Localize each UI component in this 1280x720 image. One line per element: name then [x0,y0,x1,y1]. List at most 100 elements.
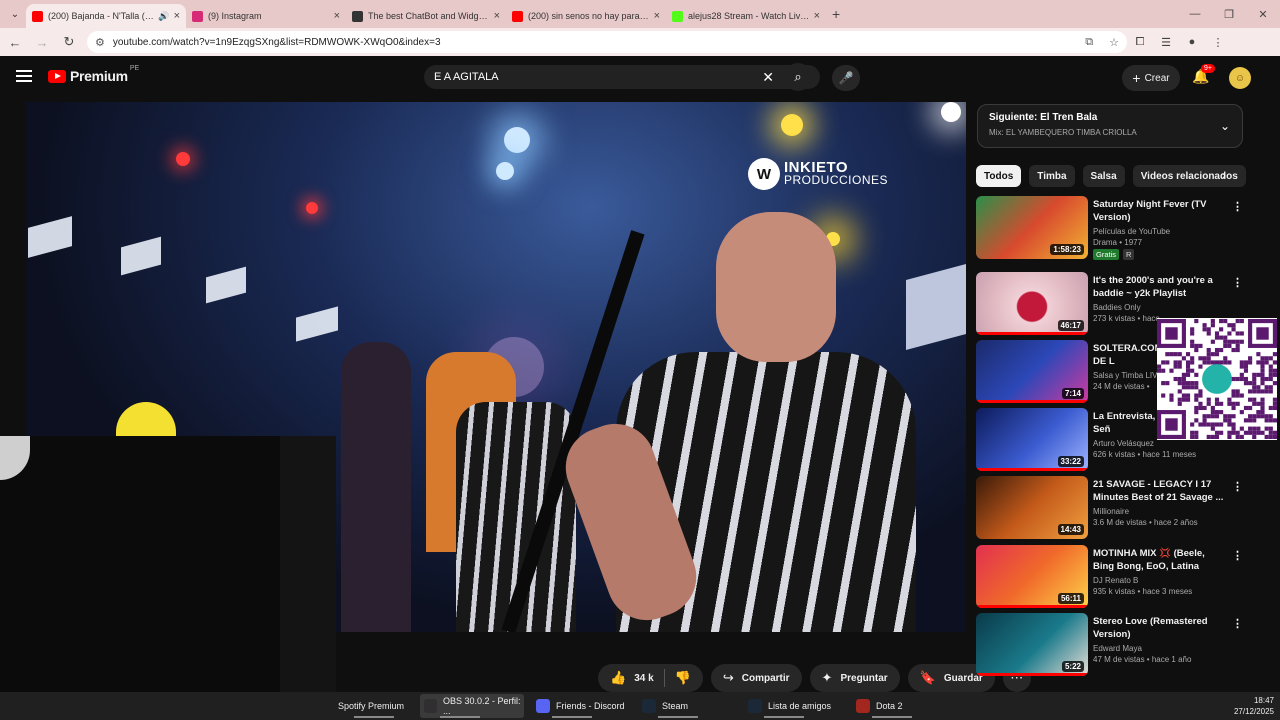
menu-icon[interactable] [16,70,32,82]
search-input[interactable]: E A AGITALA [434,71,762,83]
more-options-icon[interactable]: ⋮ [1232,617,1243,630]
restore-icon[interactable]: ❐ [1212,8,1246,21]
ask-button[interactable]: ✦ Preguntar [809,664,900,692]
video-thumbnail[interactable]: 14:43 [976,476,1088,539]
close-window-icon[interactable]: ✕ [1246,8,1280,21]
taskbar-item[interactable]: Steam [638,694,742,718]
channel-name[interactable]: DJ Renato B [1093,576,1225,585]
app-icon [856,699,870,713]
system-clock[interactable]: 18:47 27/12/2025 [1234,695,1274,717]
video-title[interactable]: Stereo Love (Remastered Version) [1093,615,1225,641]
create-button[interactable]: + Crear [1122,65,1180,91]
duration-badge: 46:17 [1057,320,1084,331]
duration-badge: 56:11 [1057,593,1084,604]
video-thumbnail[interactable]: 56:11 [976,545,1088,608]
chevron-right-icon[interactable]: › [1222,168,1226,182]
site-info-icon[interactable]: ⚙ [95,36,105,49]
taskbar-item[interactable]: Spotify Premium [334,694,418,718]
app-icon [642,699,656,713]
taskbar-item[interactable]: OBS 30.0.2 - Perfil: ... [420,694,524,718]
channel-name[interactable]: Películas de YouTube [1093,227,1225,236]
close-tab-icon[interactable]: × [334,10,340,22]
video-actions: 👍 34 k 👎 ↪ Compartir ✦ Preguntar 🔖 Guardar ⋯ [598,664,1031,692]
back-icon[interactable]: ← [3,35,27,50]
video-thumbnail[interactable]: 46:17 [976,272,1088,335]
share-label: Compartir [741,672,790,684]
browser-tab[interactable]: The best ChatBot and Widgets × [346,4,506,28]
url-text[interactable]: youtube.com/watch?v=1n9EzqgSXng&list=RDM… [113,37,1077,48]
video-thumbnail[interactable]: 33:22 [976,408,1088,471]
reload-icon[interactable]: ↻ [57,34,81,50]
watch-progress-bar [976,332,1088,335]
forward-icon[interactable]: → [30,35,54,50]
video-title[interactable]: 21 SAVAGE - LEGACY I 17 Minutes Best of … [1093,478,1225,504]
clear-search-icon[interactable]: ✕ [762,69,774,86]
video-stats: 3.6 M de vistas • hace 2 años [1093,518,1198,527]
share-button[interactable]: ↪ Compartir [710,664,802,692]
close-tab-icon[interactable]: × [174,10,180,22]
taskbar-item[interactable]: Friends - Discord [532,694,636,718]
browser-menu-icon[interactable]: ⋮ [1205,36,1231,49]
up-next-panel[interactable]: Siguiente: El Tren Bala Mix: EL YAMBEQUE… [977,104,1243,148]
taskbar-item[interactable]: Lista de amigos [744,694,848,718]
more-options-icon[interactable]: ⋮ [1232,276,1243,289]
create-label: Crear [1144,72,1170,84]
chip-todos[interactable]: Todos [976,165,1022,187]
new-tab-button[interactable]: + [832,6,840,22]
chip-salsa[interactable]: Salsa [1082,165,1125,187]
watch-progress-bar [976,400,1088,403]
video-title[interactable]: Saturday Night Fever (TV Version) [1093,198,1225,224]
more-options-icon[interactable]: ⋮ [1232,200,1243,213]
recommendation-item[interactable]: 5:22 Stereo Love (Remastered Version) Edwa… [976,613,1243,677]
speaker-icon[interactable]: 🔊 [158,11,169,22]
browser-tab[interactable]: alejus28 Stream - Watch Live o × [666,4,826,28]
avatar[interactable]: ☺ [1229,67,1251,89]
channel-name[interactable]: Millionaire [1093,507,1225,516]
omnibox[interactable]: ⚙ youtube.com/watch?v=1n9EzqgSXng&list=R… [87,31,1127,53]
bookmark-star-icon[interactable]: ☆ [1109,36,1119,49]
notifications-icon[interactable]: 🔔 9+ [1192,64,1215,85]
recommendation-item[interactable]: 56:11 MOTINHA MIX 💢 (Beele, Bing Bong, Eo… [976,545,1243,609]
video-thumbnail[interactable]: 1:58:23 [976,196,1088,259]
channel-name[interactable]: Arturo Velásquez [1093,439,1225,448]
video-thumbnail[interactable]: 7:14 [976,340,1088,403]
more-options-icon[interactable]: ⋮ [1232,549,1243,562]
chip-timba[interactable]: Timba [1029,165,1075,187]
video-title[interactable]: It's the 2000's and you're a baddie ~ y2… [1093,274,1225,300]
chip-videos-relacionados[interactable]: Videos relacionados [1132,165,1246,187]
recommendation-item[interactable]: 1:58:23 Saturday Night Fever (TV Version)… [976,196,1243,260]
close-tab-icon[interactable]: × [814,10,820,22]
tab-search-icon[interactable]: ⌄ [4,3,26,25]
video-stats: Drama • 1977 [1093,238,1143,247]
video-title[interactable]: MOTINHA MIX 💢 (Beele, Bing Bong, EoO, La… [1093,547,1225,573]
taskbar-label: Steam [662,701,689,711]
channel-name[interactable]: Baddies Only [1093,303,1225,312]
taskbar-item[interactable]: Dota 2 [852,694,956,718]
dislike-button[interactable]: 👎 [665,670,691,686]
video-watermark: W INKIETO PRODUCCIONES [748,158,888,190]
watermark-line-2: PRODUCCIONES [784,173,889,187]
profile-icon[interactable]: ● [1179,36,1205,48]
video-thumbnail[interactable]: 5:22 [976,613,1088,676]
close-tab-icon[interactable]: × [494,10,500,22]
install-app-icon[interactable]: ⧉ [1085,36,1093,49]
browser-tab[interactable]: (200) sin senos no hay paraiso × [506,4,666,28]
extensions-icon[interactable]: ⧠ [1127,36,1153,49]
reading-list-icon[interactable]: ☰ [1153,36,1179,49]
up-next-title: Siguiente: El Tren Bala [989,112,1098,123]
browser-tab[interactable]: (9) Instagram × [186,4,346,28]
search-icon[interactable]: ⌕ [784,63,812,91]
voice-search-icon[interactable]: 🎤 [832,65,860,91]
video-stats: 626 k vistas • hace 11 meses [1093,450,1197,459]
chevron-down-icon[interactable]: ⌄ [1220,119,1230,133]
search-box[interactable]: E A AGITALA ✕ ⌕ [424,63,820,91]
close-tab-icon[interactable]: × [654,10,660,22]
youtube-premium-logo[interactable]: Premium PE [48,65,139,84]
channel-name[interactable]: Edward Maya [1093,644,1225,653]
tab-title: (200) sin senos no hay paraiso [528,11,650,21]
recommendation-item[interactable]: 14:43 21 SAVAGE - LEGACY I 17 Minutes Bes… [976,476,1243,540]
like-button[interactable]: 👍 34 k [610,670,664,686]
more-options-icon[interactable]: ⋮ [1232,480,1243,493]
browser-tab[interactable]: (200) Bajanda - N'Talla (Live 🔊 × [26,4,186,28]
minimize-icon[interactable]: — [1178,8,1212,20]
